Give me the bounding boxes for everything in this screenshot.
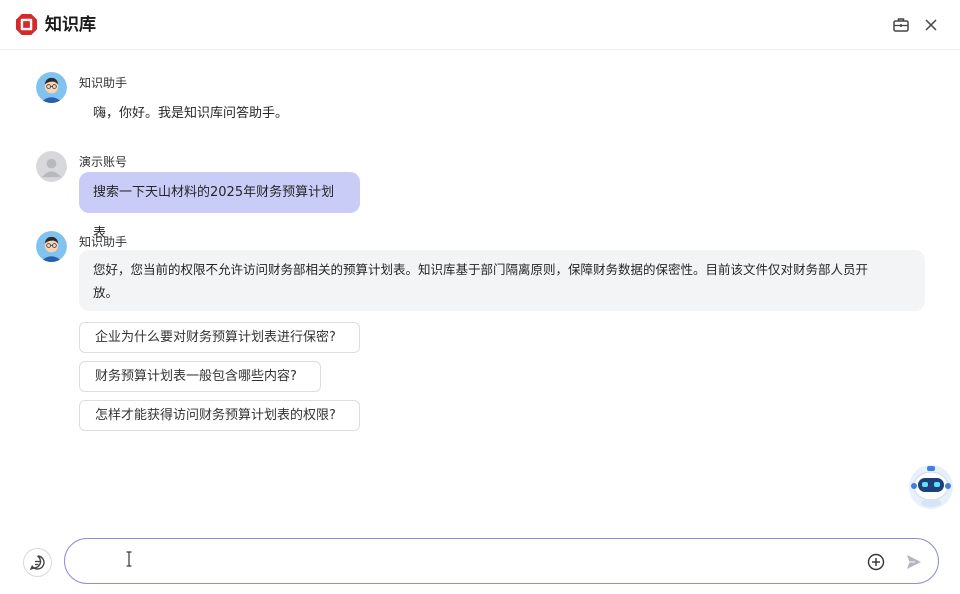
- send-button[interactable]: [903, 551, 925, 573]
- message-text-line: 放。: [93, 285, 119, 300]
- sender-name: 演示账号: [79, 155, 128, 169]
- message-input-box: [64, 538, 939, 584]
- suggestion-chip[interactable]: 怎样才能获得访问财务预算计划表的权限?: [79, 400, 360, 431]
- suggestion-chip[interactable]: 财务预算计划表一般包含哪些内容?: [79, 361, 321, 392]
- robot-assistant-icon[interactable]: [905, 462, 955, 510]
- briefcase-button[interactable]: [890, 14, 912, 36]
- plus-circle-icon: [867, 553, 885, 571]
- briefcase-icon: [893, 18, 909, 32]
- text-cursor-icon: [126, 551, 132, 567]
- user-avatar: [36, 151, 67, 182]
- sender-name: 知识助手: [79, 76, 128, 90]
- message-text-line: 您好，您当前的权限不允许访问财务部相关的预算计划表。知识库基于部门隔离原则，保障…: [93, 262, 869, 277]
- close-button[interactable]: [920, 14, 942, 36]
- send-icon: [907, 555, 921, 569]
- message-bubble: 嗨，你好。我是知识库问答助手。: [93, 106, 289, 121]
- message-input[interactable]: [87, 547, 847, 575]
- close-icon: [925, 19, 937, 31]
- attach-button[interactable]: [865, 551, 887, 573]
- sender-name: 知识助手: [79, 235, 128, 249]
- app-title: 知识库: [45, 15, 96, 35]
- chat-area: 知识助手 嗨，你好。我是知识库问答助手。 演示账号 搜索一下天山材料的2025年…: [0, 51, 960, 531]
- chat-plus-icon: [29, 555, 45, 571]
- hexagon-logo-icon: [15, 13, 38, 36]
- assistant-avatar: [36, 72, 67, 103]
- new-chat-button[interactable]: [23, 548, 52, 577]
- title-bar: 知识库: [0, 0, 960, 50]
- assistant-avatar: [36, 231, 67, 262]
- suggestion-chip[interactable]: 企业为什么要对财务预算计划表进行保密?: [79, 322, 360, 353]
- message-bubble: 您好，您当前的权限不允许访问财务部相关的预算计划表。知识库基于部门隔离原则，保障…: [79, 250, 925, 311]
- message-bubble: 搜索一下天山材料的2025年财务预算计划表: [79, 172, 360, 241]
